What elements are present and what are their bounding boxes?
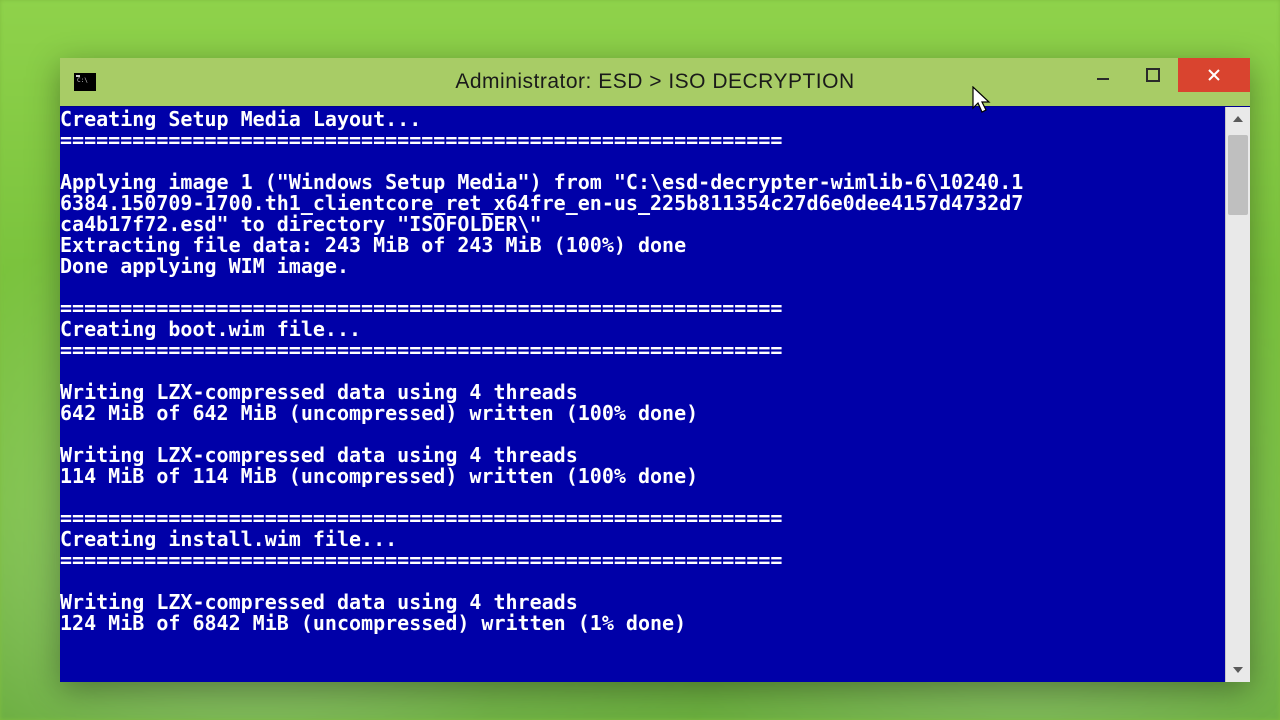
window-controls — [1078, 58, 1250, 92]
maximize-button[interactable] — [1128, 58, 1178, 92]
cmd-icon — [74, 73, 96, 91]
minimize-button[interactable] — [1078, 58, 1128, 92]
window-title: Administrator: ESD > ISO DECRYPTION — [60, 70, 1250, 94]
scrollbar-track[interactable] — [1226, 131, 1250, 658]
titlebar[interactable]: Administrator: ESD > ISO DECRYPTION — [60, 58, 1250, 106]
client-area: Creating Setup Media Layout... =========… — [60, 106, 1250, 682]
scroll-up-button[interactable] — [1226, 107, 1250, 131]
console-output: Creating Setup Media Layout... =========… — [60, 107, 1225, 682]
vertical-scrollbar[interactable] — [1225, 107, 1250, 682]
scroll-down-button[interactable] — [1226, 658, 1250, 682]
console-window: Administrator: ESD > ISO DECRYPTION Cr — [60, 58, 1250, 682]
scrollbar-thumb[interactable] — [1228, 135, 1248, 215]
close-button[interactable] — [1178, 58, 1250, 92]
